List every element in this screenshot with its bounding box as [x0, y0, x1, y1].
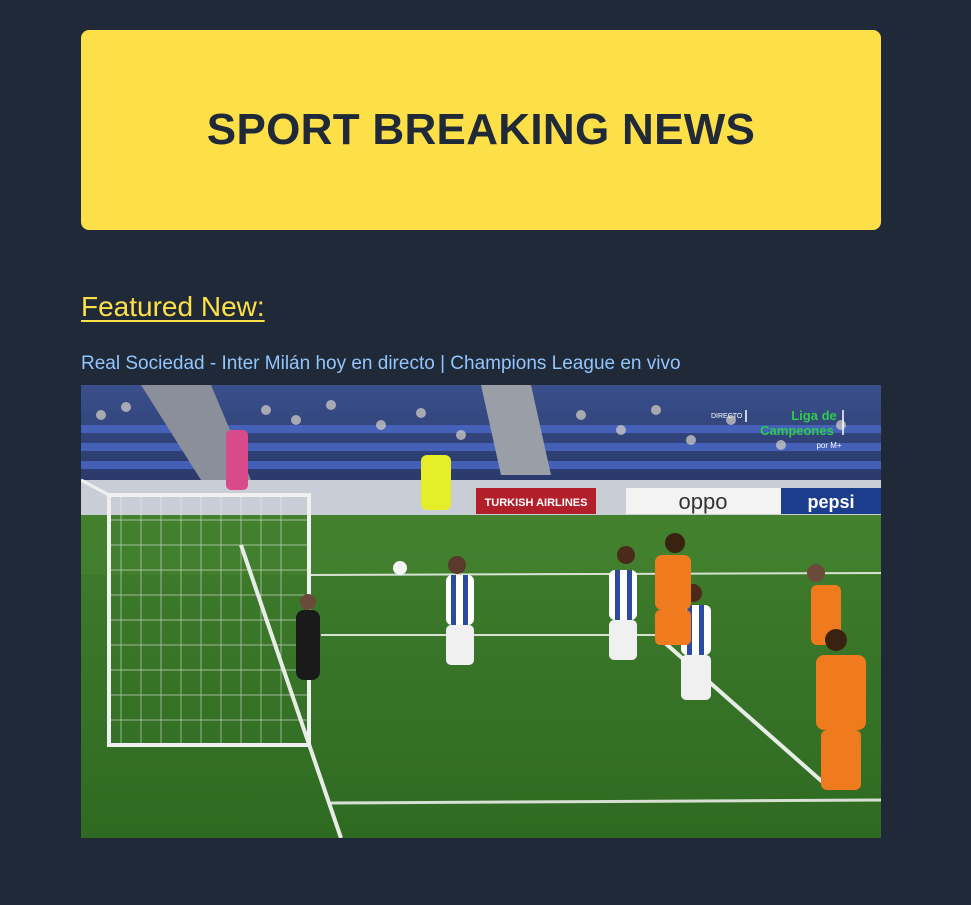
- live-label: DIRECTO: [711, 413, 743, 420]
- ad-pepsi: pepsi: [807, 492, 854, 512]
- ad-oppo: oppo: [679, 489, 728, 514]
- page: SPORT BREAKING NEWS Featured New: Real S…: [0, 0, 971, 905]
- featured-heading: Featured New:: [81, 291, 265, 322]
- site-title: SPORT BREAKING NEWS: [206, 105, 756, 154]
- featured-article-link[interactable]: Real Sociedad - Inter Milán hoy en direc…: [81, 353, 681, 375]
- ad-turkish: TURKISH AIRLINES: [485, 497, 588, 509]
- competition-label-line2: Campeones: [760, 423, 834, 438]
- header-banner: SPORT BREAKING NEWS: [81, 30, 881, 230]
- broadcaster-label: por M+: [816, 441, 841, 450]
- featured-article-image[interactable]: TURKISH AIRLINES oppo pepsi DIRECTO Liga…: [81, 385, 881, 838]
- competition-label-line1: Liga de: [791, 408, 837, 423]
